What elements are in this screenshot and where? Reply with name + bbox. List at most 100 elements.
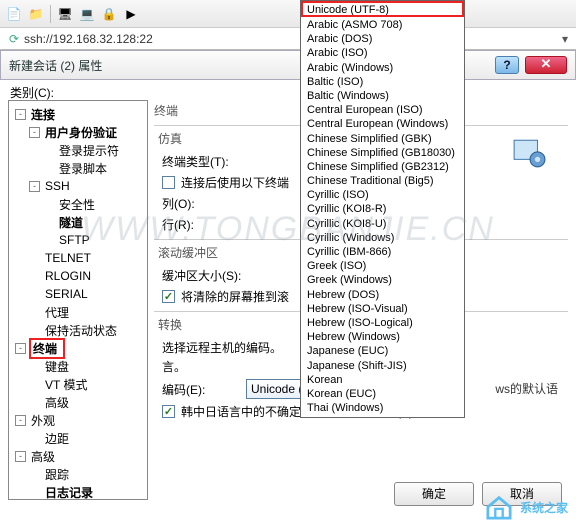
house-icon <box>484 494 514 520</box>
remote-encoding-text: 选择远程主机的编码。 <box>162 339 282 356</box>
tree-toggle-icon[interactable]: - <box>29 181 40 192</box>
dropdown-item[interactable]: Central European (ISO) <box>301 102 464 116</box>
tree-label: RLOGIN <box>43 269 93 283</box>
close-button[interactable]: ✕ <box>525 56 567 74</box>
row-label: 行(R): <box>162 216 240 233</box>
tree-label: 边距 <box>43 430 71 447</box>
tree-item[interactable]: -SSH <box>11 177 145 195</box>
tree-item[interactable]: SERIAL <box>11 285 145 303</box>
tree-toggle-icon[interactable]: - <box>15 415 26 426</box>
tool-icon-1[interactable]: 📄 <box>4 4 24 24</box>
tree-label: TELNET <box>43 251 93 265</box>
dropdown-item[interactable]: Chinese Simplified (GB2312) <box>301 159 464 173</box>
dropdown-item[interactable]: Japanese (EUC) <box>301 343 464 357</box>
cjk-checkbox[interactable]: ✓ <box>162 405 175 418</box>
dropdown-item[interactable]: Cyrillic (KOI8-R) <box>301 201 464 215</box>
tree-item[interactable]: 跟踪 <box>11 465 145 483</box>
tree-item[interactable]: 高级 <box>11 393 145 411</box>
clear-scroll-label: 将清除的屏幕推到滚 <box>181 288 289 305</box>
tree-label: VT 模式 <box>43 376 89 393</box>
address-input[interactable] <box>24 32 558 46</box>
use-following-checkbox[interactable] <box>162 176 175 189</box>
tree-item[interactable]: 代理 <box>11 303 145 321</box>
tree-item[interactable]: 边距 <box>11 429 145 447</box>
tree-label: 键盘 <box>43 358 71 375</box>
tree-label: 安全性 <box>57 196 97 213</box>
toolbar-separator <box>50 5 51 23</box>
dropdown-item[interactable]: Unicode (UTF-8) <box>301 1 464 17</box>
dropdown-item[interactable]: Baltic (ISO) <box>301 74 464 88</box>
dropdown-item[interactable]: Cyrillic (KOI8-U) <box>301 216 464 230</box>
trail-text: ws的默认语 <box>495 380 558 397</box>
tree-label: 跟踪 <box>43 466 71 483</box>
dropdown-item[interactable]: Korean (EUC) <box>301 386 464 400</box>
tree-label: SERIAL <box>43 287 90 301</box>
tool-icon-6[interactable]: ▶ <box>121 4 141 24</box>
tree-label: 用户身份验证 <box>43 124 119 141</box>
tree-label: SFTP <box>57 233 92 247</box>
dropdown-item[interactable]: Central European (Windows) <box>301 116 464 130</box>
dropdown-item[interactable]: Hebrew (DOS) <box>301 287 464 301</box>
dropdown-item[interactable]: Greek (ISO) <box>301 258 464 272</box>
tree-toggle-icon[interactable]: - <box>15 343 26 354</box>
dropdown-item[interactable]: Chinese Traditional (Big5) <box>301 173 464 187</box>
dropdown-item[interactable]: Hebrew (ISO-Logical) <box>301 315 464 329</box>
tree-item[interactable]: -连接 <box>11 105 145 123</box>
tree-item[interactable]: 日志记录 <box>11 483 145 500</box>
dropdown-item[interactable]: Chinese Simplified (GBK) <box>301 131 464 145</box>
tree-label: 连接 <box>29 106 57 123</box>
tool-icon-5[interactable]: 🔒 <box>99 4 119 24</box>
dropdown-item[interactable]: Chinese Simplified (GB18030) <box>301 145 464 159</box>
encoding-dropdown-list[interactable]: Unicode (UTF-8)Arabic (ASMO 708)Arabic (… <box>300 0 465 418</box>
tree-item[interactable]: -外观 <box>11 411 145 429</box>
tree-item[interactable]: 登录提示符 <box>11 141 145 159</box>
dropdown-item[interactable]: Korean <box>301 372 464 386</box>
top-toolbar: 📄 📁 🖥 💻 🔒 ▶ <box>0 0 576 28</box>
tree-item[interactable]: -高级 <box>11 447 145 465</box>
dropdown-item[interactable]: Arabic (Windows) <box>301 60 464 74</box>
use-following-label: 连接后使用以下终端 <box>181 174 289 191</box>
tree-item[interactable]: SFTP <box>11 231 145 249</box>
dropdown-item[interactable]: Cyrillic (IBM-866) <box>301 244 464 258</box>
help-button[interactable]: ? <box>495 56 519 74</box>
category-tree: -连接-用户身份验证登录提示符登录脚本-SSH安全性隧道SFTPTELNETRL… <box>8 100 148 500</box>
dropdown-item[interactable]: Cyrillic (ISO) <box>301 187 464 201</box>
dropdown-item[interactable]: Arabic (ASMO 708) <box>301 17 464 31</box>
reload-icon[interactable]: ⟳ <box>4 29 24 49</box>
tool-icon-2[interactable]: 📁 <box>26 4 46 24</box>
tree-item[interactable]: -用户身份验证 <box>11 123 145 141</box>
tree-item[interactable]: 隧道 <box>11 213 145 231</box>
dropdown-item[interactable]: Turkish (ISO) <box>301 414 464 418</box>
tree-item[interactable]: -终端 <box>11 339 145 357</box>
tree-item[interactable]: 登录脚本 <box>11 159 145 177</box>
dropdown-item[interactable]: Thai (Windows) <box>301 400 464 414</box>
dropdown-item[interactable]: Greek (Windows) <box>301 272 464 286</box>
tree-item[interactable]: 保持活动状态 <box>11 321 145 339</box>
tree-toggle-icon[interactable]: - <box>15 451 26 462</box>
tree-toggle-icon[interactable]: - <box>15 109 26 120</box>
address-dropdown-icon[interactable]: ▾ <box>558 32 572 46</box>
dropdown-item[interactable]: Japanese (Shift-JIS) <box>301 358 464 372</box>
tool-icon-4[interactable]: 💻 <box>77 4 97 24</box>
tool-icon-3[interactable]: 🖥 <box>55 4 75 24</box>
dropdown-item[interactable]: Hebrew (ISO-Visual) <box>301 301 464 315</box>
dropdown-item[interactable]: Arabic (ISO) <box>301 45 464 59</box>
remote-encoding-text2: 言。 <box>162 358 186 375</box>
col-label: 列(O): <box>162 195 240 212</box>
tree-item[interactable]: TELNET <box>11 249 145 267</box>
clear-scroll-checkbox[interactable]: ✓ <box>162 290 175 303</box>
tree-label: 保持活动状态 <box>43 322 119 339</box>
dropdown-item[interactable]: Arabic (DOS) <box>301 31 464 45</box>
ok-button[interactable]: 确定 <box>394 482 474 506</box>
dropdown-item[interactable]: Baltic (Windows) <box>301 88 464 102</box>
tree-label: 高级 <box>43 394 71 411</box>
tree-label: SSH <box>43 179 72 193</box>
tree-item[interactable]: 键盘 <box>11 357 145 375</box>
dropdown-item[interactable]: Hebrew (Windows) <box>301 329 464 343</box>
tree-item[interactable]: RLOGIN <box>11 267 145 285</box>
tree-item[interactable]: VT 模式 <box>11 375 145 393</box>
tree-label: 隧道 <box>57 214 85 231</box>
tree-item[interactable]: 安全性 <box>11 195 145 213</box>
dropdown-item[interactable]: Cyrillic (Windows) <box>301 230 464 244</box>
tree-toggle-icon[interactable]: - <box>29 127 40 138</box>
